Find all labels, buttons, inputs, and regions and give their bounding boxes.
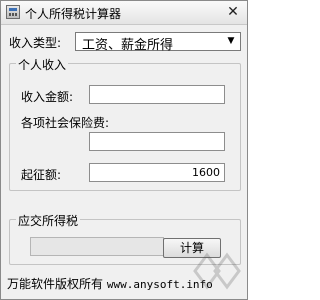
social-insurance-label: 各项社会保险费: xyxy=(21,116,110,130)
income-type-select[interactable]: 工资、薪金所得 ▼ xyxy=(75,32,241,53)
watermark-logo xyxy=(193,252,241,290)
footer: 万能软件版权所有 www.anysoft.info xyxy=(7,275,213,292)
income-amount-label: 收入金额: xyxy=(21,90,74,104)
personal-income-legend: 个人收入 xyxy=(16,56,69,73)
calculator-window: 个人所得税计算器 ✕ 收入类型: 工资、薪金所得 ▼ 个人收入 收入金额: 各项… xyxy=(0,0,248,300)
tax-due-legend: 应交所得税 xyxy=(16,212,81,229)
calculator-app-icon xyxy=(6,5,20,19)
chevron-down-icon[interactable]: ▼ xyxy=(224,34,238,49)
threshold-label: 起征额: xyxy=(21,168,62,182)
close-icon[interactable]: ✕ xyxy=(223,4,243,20)
threshold-input[interactable]: 1600 xyxy=(89,163,225,182)
income-amount-input[interactable] xyxy=(89,85,225,104)
copyright-text: 万能软件版权所有 xyxy=(7,277,104,291)
income-type-label: 收入类型: xyxy=(9,36,62,50)
tax-due-result-field xyxy=(30,237,164,256)
social-insurance-input[interactable] xyxy=(89,132,225,151)
title-bar: 个人所得税计算器 ✕ xyxy=(1,1,247,25)
income-type-value: 工资、薪金所得 xyxy=(82,38,174,53)
window-title: 个人所得税计算器 xyxy=(25,7,122,21)
